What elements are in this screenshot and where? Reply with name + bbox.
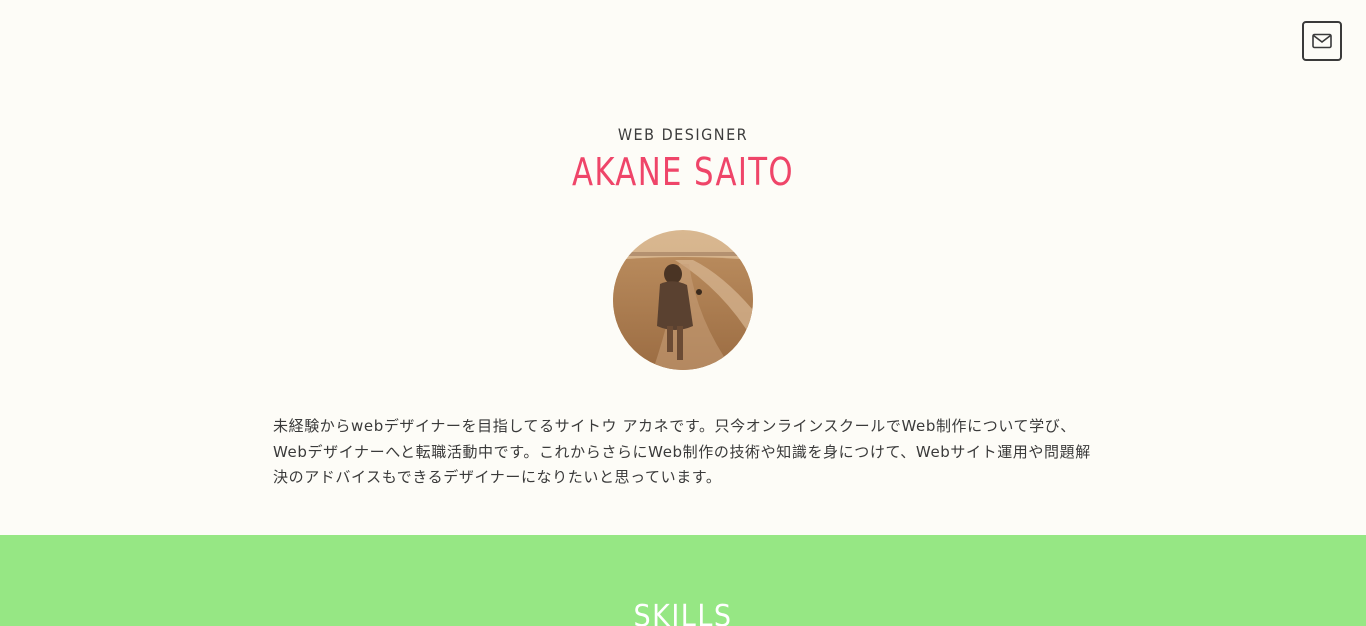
avatar — [613, 230, 753, 370]
job-title: WEB DESIGNER — [617, 125, 749, 144]
skills-heading: SKILLS — [633, 599, 733, 626]
profile-name: AKANE SAITO — [571, 150, 794, 194]
skills-section: SKILLS — [0, 535, 1366, 626]
profile-bio: 未経験からwebデザイナーを目指してるサイトウ アカネです。只今オンラインスクー… — [273, 417, 1091, 486]
profile-section: WEB DESIGNER AKANE SAITO 未経験からwebデザイナーを目… — [0, 0, 1366, 535]
page: WEB DESIGNER AKANE SAITO 未経験からwebデザイナーを目… — [0, 0, 1366, 626]
